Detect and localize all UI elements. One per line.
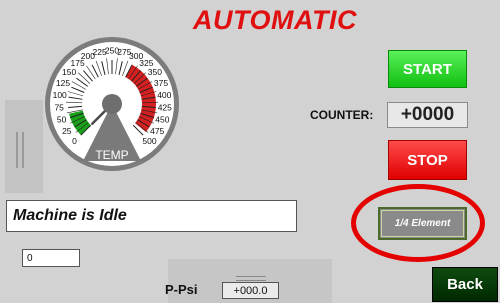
temperature-gauge: 0255075100125150175200225250275300325350… — [45, 37, 179, 171]
gauge-tick-label: 100 — [53, 90, 67, 100]
side-drag-handle[interactable] — [16, 132, 24, 168]
hmi-screen: AUTOMATIC 0 25 50 75 100 125 150 175 200 225 250 27… — [0, 0, 500, 303]
gauge-tick-label: 350 — [148, 67, 162, 77]
gauge-tick-label: 125 — [56, 78, 70, 88]
pressure-display: +000.0 — [222, 282, 279, 299]
small-value-field[interactable]: 0 — [22, 249, 80, 267]
gauge-hub — [102, 94, 122, 114]
gauge-tick-label: 150 — [62, 67, 76, 77]
element-button[interactable]: 1/4 Element — [378, 207, 467, 240]
gauge-tick-label: 0 — [72, 136, 77, 146]
status-message: Machine is Idle — [6, 200, 297, 232]
pressure-drag-handle[interactable] — [236, 276, 266, 281]
counter-label: COUNTER: — [310, 108, 374, 122]
side-panel — [5, 100, 43, 193]
gauge-tick-label: 75 — [54, 102, 64, 112]
gauge-tick-label: 425 — [158, 102, 172, 112]
gauge-tick-label: 375 — [154, 78, 168, 88]
gauge-tick-label: 500 — [142, 136, 156, 146]
mode-title: AUTOMATIC — [193, 5, 357, 35]
gauge-label: TEMP — [95, 148, 128, 162]
gauge-tick-label: 50 — [57, 115, 67, 125]
pressure-label: P-Psi — [165, 282, 198, 297]
start-button[interactable]: START — [388, 50, 467, 88]
gauge-tick-label: 400 — [157, 90, 171, 100]
gauge-tick-label: 475 — [150, 126, 164, 136]
stop-button[interactable]: STOP — [388, 140, 467, 180]
counter-display: +0000 — [387, 102, 468, 128]
back-button[interactable]: Back — [432, 267, 498, 302]
gauge-tick-label: 25 — [62, 126, 72, 136]
gauge-tick-label: 450 — [155, 115, 169, 125]
